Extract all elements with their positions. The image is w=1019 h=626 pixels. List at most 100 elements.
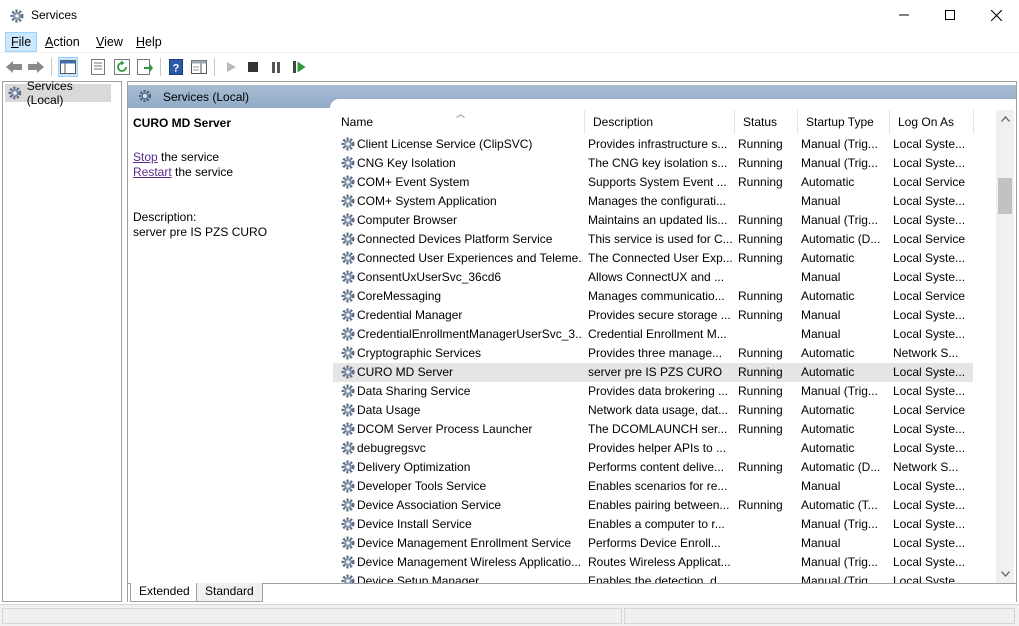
column-header-startup-type[interactable]: Startup Type (798, 110, 890, 134)
service-name: Data Usage (357, 403, 421, 417)
table-row[interactable]: Developer Tools Service Enables scenarios… (333, 477, 973, 496)
vertical-scrollbar[interactable] (996, 110, 1014, 583)
service-name: Computer Browser (357, 213, 458, 227)
table-row[interactable]: CredentialEnrollmentManagerUserSvc_3... C… (333, 325, 973, 344)
table-row[interactable]: COM+ Event System Supports System Event .… (333, 173, 973, 192)
service-log-on-as: Local Syste... (893, 156, 966, 170)
service-name: Connected Devices Platform Service (357, 232, 553, 246)
table-row[interactable]: ConsentUxUserSvc_36cd6 Allows ConnectUX a… (333, 268, 973, 287)
table-row[interactable]: Credential Manager Provides secure storag… (333, 306, 973, 325)
table-row[interactable]: Device Install Service Enables a computer… (333, 515, 973, 534)
service-gear-icon (340, 155, 356, 171)
column-header-label: Log On As (898, 115, 955, 129)
start-service-button[interactable] (221, 57, 241, 77)
table-row[interactable]: Connected User Experiences and Teleme...… (333, 249, 973, 268)
table-row[interactable]: debugregsvc Provides helper APIs to ... Au… (333, 439, 973, 458)
show-hide-console-tree-button[interactable] (58, 57, 78, 77)
service-name: CNG Key Isolation (357, 156, 456, 170)
stop-service-link[interactable]: Stop (133, 150, 158, 164)
table-row[interactable]: Computer Browser Maintains an updated lis… (333, 211, 973, 230)
service-name: Device Install Service (357, 517, 472, 531)
column-header-name[interactable]: ︿ Name (333, 110, 585, 134)
service-gear-icon (340, 269, 356, 285)
menu-help[interactable]: Help (131, 32, 167, 52)
table-row[interactable]: DCOM Server Process Launcher The DCOMLAUN… (333, 420, 973, 439)
table-row[interactable]: CURO MD Server server pre IS PZS CURO Runn… (333, 363, 973, 382)
service-description: The DCOMLAUNCH ser... (588, 422, 728, 436)
tab-extended[interactable]: Extended (130, 583, 199, 602)
menu-view[interactable]: View (91, 32, 128, 52)
table-row[interactable]: CNG Key Isolation The CNG key isolation s… (333, 154, 973, 173)
service-gear-icon (340, 345, 356, 361)
service-description: Network data usage, dat... (588, 403, 729, 417)
maximize-button[interactable] (927, 0, 973, 30)
menu-file-accel: F (11, 35, 19, 49)
table-row[interactable]: Data Usage Network data usage, dat... Runn… (333, 401, 973, 420)
service-gear-icon (340, 193, 356, 209)
export-list-button[interactable] (135, 57, 155, 77)
menu-view-accel: V (96, 35, 105, 49)
service-description: Provides data brokering ... (588, 384, 729, 398)
services-pane: Services (Local) CURO MD Server Stop the… (127, 81, 1017, 602)
service-name: Connected User Experiences and Teleme... (357, 251, 583, 265)
pause-service-button[interactable] (266, 57, 286, 77)
table-row[interactable]: Client License Service (ClipSVC) Provides… (333, 135, 973, 154)
service-startup-type: Manual (Trig... (801, 517, 878, 531)
restart-service-link[interactable]: Restart (133, 165, 172, 179)
column-header-description[interactable]: Description (585, 110, 735, 134)
service-name: DCOM Server Process Launcher (357, 422, 533, 436)
service-name: Client License Service (ClipSVC) (357, 137, 533, 151)
service-startup-type: Automatic (801, 365, 855, 379)
service-description: Manages communicatio... (588, 289, 725, 303)
scrollbar-thumb[interactable] (998, 178, 1012, 214)
help-icon: ? (169, 59, 183, 75)
service-startup-type: Manual (Trig... (801, 555, 878, 569)
service-gear-icon (340, 573, 356, 583)
column-header-log-on-as[interactable]: Log On As (890, 110, 974, 134)
service-startup-type: Manual (801, 327, 841, 341)
show-hide-action-pane-icon (191, 60, 207, 74)
resume-service-button[interactable] (289, 57, 309, 77)
selected-service-name: CURO MD Server (133, 116, 232, 130)
close-button[interactable] (973, 0, 1019, 30)
service-description: Provides secure storage ... (588, 308, 731, 322)
table-row[interactable]: Device Management Wireless Applicatio...… (333, 553, 973, 572)
service-description: Performs content delive... (588, 460, 725, 474)
table-row[interactable]: Cryptographic Services Provides three man… (333, 344, 973, 363)
tree-item-services-local[interactable]: Services (Local) (5, 79, 111, 107)
table-row[interactable]: Device Management Enrollment Service Perf… (333, 534, 973, 553)
service-name: Device Management Wireless Applicatio... (357, 555, 582, 569)
menu-action[interactable]: Action (40, 32, 85, 52)
properties-button[interactable] (88, 57, 108, 77)
table-row[interactable]: Device Association Service Enables pairin… (333, 496, 973, 515)
table-row[interactable]: COM+ System Application Manages the confi… (333, 192, 973, 211)
stop-service-text: the service (157, 150, 220, 164)
refresh-button[interactable] (112, 57, 132, 77)
table-row[interactable]: Connected Devices Platform Service This s… (333, 230, 973, 249)
minimize-icon (899, 14, 909, 16)
service-description: Enables pairing between... (588, 498, 730, 512)
service-name: CURO MD Server (357, 365, 454, 379)
service-startup-type: Manual (801, 479, 841, 493)
back-button[interactable] (4, 57, 24, 77)
service-gear-icon (340, 288, 356, 304)
scroll-up-button[interactable] (996, 110, 1014, 127)
table-row[interactable]: Delivery Optimization Performs content de… (333, 458, 973, 477)
service-startup-type: Manual (801, 536, 841, 550)
minimize-button[interactable] (881, 0, 927, 30)
column-header-status[interactable]: Status (735, 110, 798, 134)
show-hide-action-pane-button[interactable] (189, 57, 209, 77)
table-row[interactable]: CoreMessaging Manages communicatio... Runn… (333, 287, 973, 306)
stop-service-button[interactable] (243, 57, 263, 77)
forward-button[interactable] (26, 57, 46, 77)
help-button[interactable]: ? (166, 57, 186, 77)
tab-standard[interactable]: Standard (196, 583, 263, 602)
service-log-on-as: Local Syste... (893, 194, 966, 208)
table-row[interactable]: Device Setup Manager Enables the detectio… (333, 572, 973, 583)
menu-file[interactable]: File (5, 32, 38, 52)
gear-icon (10, 9, 24, 23)
table-row[interactable]: Data Sharing Service Provides data broker… (333, 382, 973, 401)
service-gear-icon (340, 440, 356, 456)
header-notch (330, 99, 1016, 108)
scroll-down-button[interactable] (996, 565, 1014, 582)
